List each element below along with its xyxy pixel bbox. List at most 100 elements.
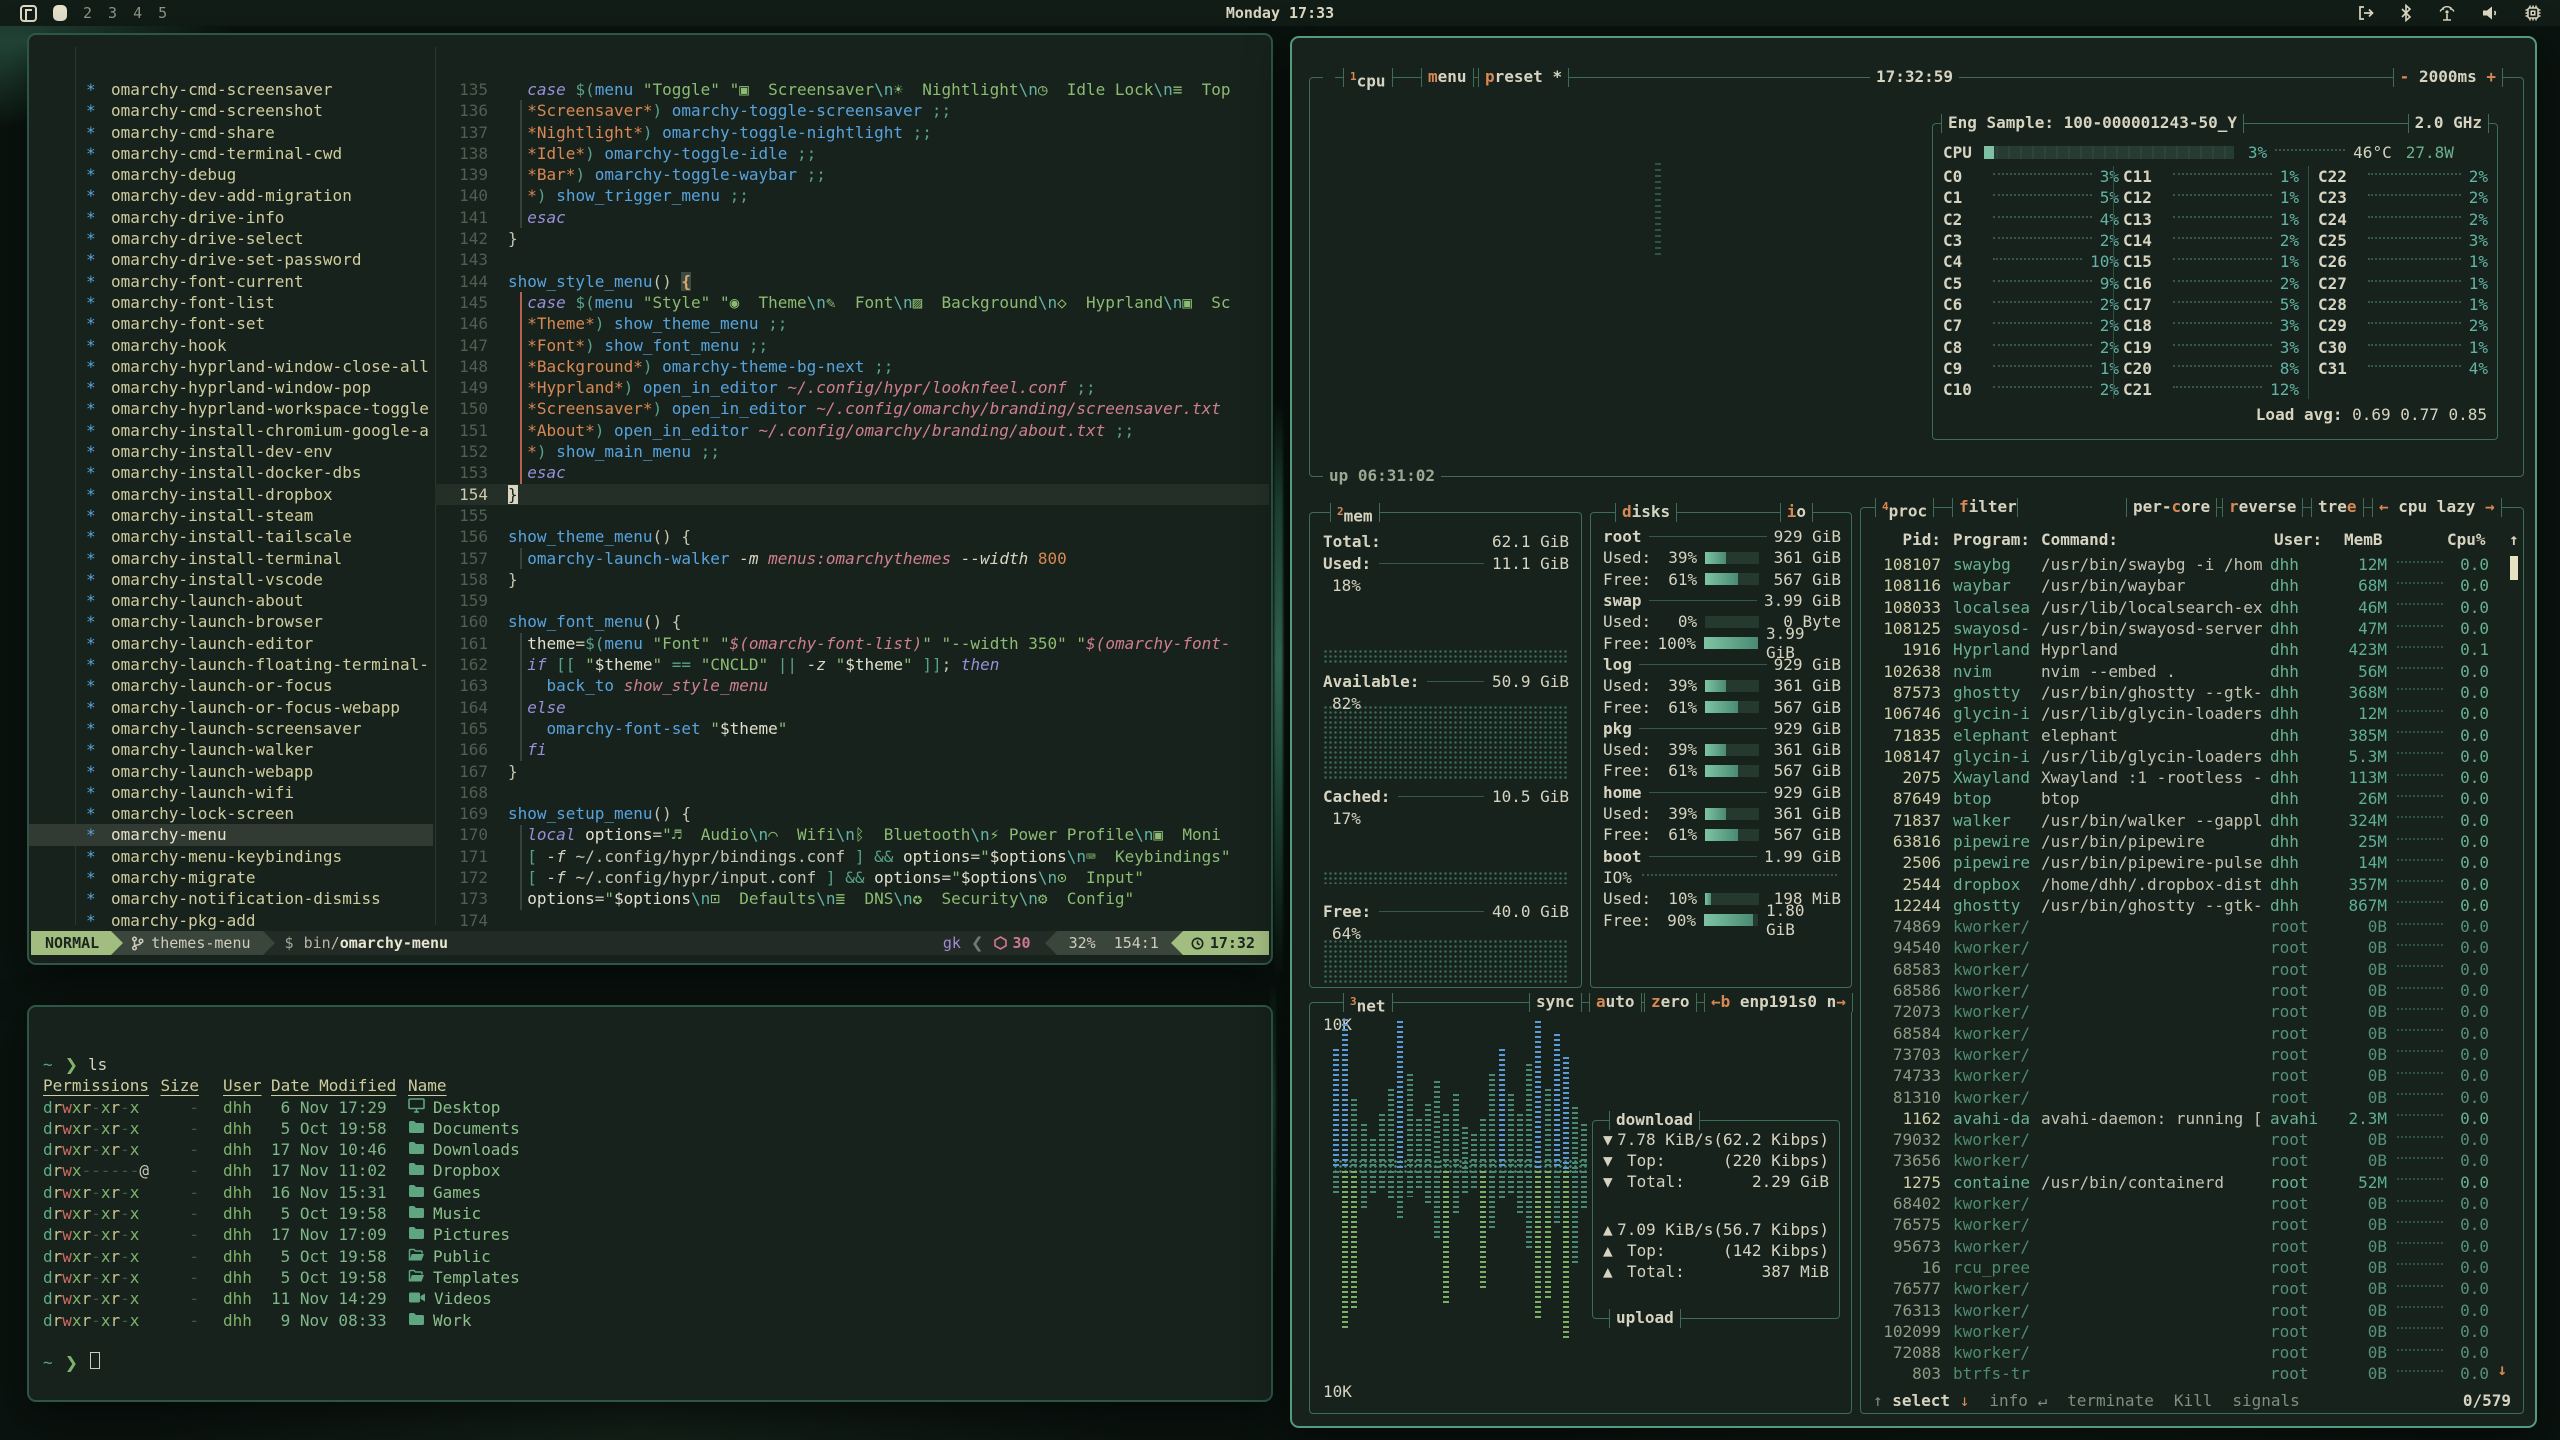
process-row[interactable]: 72073kworker/root0B0.0 <box>1861 1001 2523 1022</box>
volume-icon[interactable] <box>2481 4 2500 22</box>
update-interval-control[interactable]: - 2000ms + <box>2393 68 2503 87</box>
editor-window: *omarchy-cmd-screensaver*omarchy-cmd-scr… <box>27 33 1273 965</box>
core-row: C193% <box>2123 336 2299 357</box>
workspace-2[interactable]: 2 <box>83 4 92 22</box>
process-row[interactable]: 1162avahi-daavahi-daemon: running [avahi… <box>1861 1108 2523 1129</box>
process-row[interactable]: 63816pipewire/usr/bin/pipewiredhh25M0.0 <box>1861 831 2523 852</box>
process-row[interactable]: 74733kworker/root0B0.0 <box>1861 1065 2523 1086</box>
workspace-4[interactable]: 4 <box>133 4 142 22</box>
process-row[interactable]: 87573ghostty/usr/bin/ghostty --gtk-dhh36… <box>1861 682 2523 703</box>
process-scrollbar[interactable] <box>2510 556 2518 580</box>
core-row: C102% <box>1943 379 2119 400</box>
process-row[interactable]: 74869kworker/root0B0.0 <box>1861 916 2523 937</box>
app-window-icon[interactable] <box>20 5 37 22</box>
disks-tab[interactable]: disks <box>1615 503 1677 522</box>
process-row[interactable]: 12244ghostty/usr/bin/ghostty --gtk-dhh86… <box>1861 895 2523 916</box>
select-control[interactable]: ↑ select ↓ <box>1873 1391 1969 1410</box>
disk-name-row: boot1.99 GiB <box>1603 846 1841 867</box>
workspace-active-indicator[interactable] <box>53 5 67 21</box>
proc-action-terminate[interactable]: terminate <box>2067 1391 2154 1410</box>
ls-row: drwxr-xr-x-dhh11 Nov 14:29Videos <box>43 1288 1261 1309</box>
code-line: 168 <box>435 782 1269 803</box>
disk-usage-row: Free:61%567 GiB <box>1603 760 1841 781</box>
process-row[interactable]: 76313kworker/root0B0.0 <box>1861 1299 2523 1320</box>
net-tab-3[interactable]: zero <box>1644 993 1697 1012</box>
process-row[interactable]: 76577kworker/root0B0.0 <box>1861 1278 2523 1299</box>
net-tab-0[interactable]: 3net <box>1343 993 1393 1012</box>
bluetooth-icon[interactable] <box>2399 4 2413 22</box>
process-row[interactable]: 68586kworker/root0B0.0 <box>1861 980 2523 1001</box>
process-row[interactable]: 68583kworker/root0B0.0 <box>1861 959 2523 980</box>
git-branch: themes-menu <box>123 931 262 955</box>
cpu-tab-2[interactable]: preset * <box>1478 68 1569 87</box>
process-row[interactable]: 2075XwaylandXwayland :1 -rootless -dhh11… <box>1861 767 2523 788</box>
net-tab-4[interactable]: ←b enp191s0 n→ <box>1704 993 1853 1012</box>
logout-icon[interactable] <box>2357 4 2375 22</box>
wallpaper-streak <box>1274 400 1283 980</box>
process-row[interactable]: 1275containe/usr/bin/containerdroot52M0.… <box>1861 1172 2523 1193</box>
cpu-tab-1[interactable]: menu <box>1421 68 1474 87</box>
process-row[interactable]: 108116waybar/usr/bin/waybardhh68M0.0 <box>1861 575 2523 596</box>
statusline: NORMAL themes-menu $bin/omarchy-menu gk … <box>31 931 1269 955</box>
proc-tab-0[interactable]: 4proc <box>1875 498 1934 517</box>
powerline-separator <box>1171 931 1183 955</box>
process-row[interactable]: 95673kworker/root0B0.0 <box>1861 1236 2523 1257</box>
desktop: 2345 Monday 17:33 *omarchy-cmd-screensav… <box>0 0 2560 1440</box>
net-tab-2[interactable]: auto <box>1589 993 1642 1012</box>
proc-tab-5[interactable]: tree <box>2311 498 2364 517</box>
process-row[interactable]: 73703kworker/root0B0.0 <box>1861 1044 2523 1065</box>
process-row[interactable]: 16rcu_preeroot0B0.0 <box>1861 1257 2523 1278</box>
code-line: 158} <box>435 569 1269 590</box>
process-row[interactable]: 803btrfs-trroot0B0.0 <box>1861 1363 2523 1384</box>
network-icon[interactable] <box>2437 4 2457 22</box>
net-tab-1[interactable]: sync <box>1529 993 1582 1012</box>
proc-tab-1[interactable]: filter <box>1952 498 2024 517</box>
process-row[interactable]: 1916HyprlandHyprlanddhh423M0.1 <box>1861 639 2523 660</box>
process-row[interactable]: 71837walker/usr/bin/walker --gappldhh324… <box>1861 810 2523 831</box>
process-row[interactable]: 79032kworker/root0B0.0 <box>1861 1129 2523 1150</box>
proc-tab-2[interactable] <box>2017 498 2127 517</box>
disk-usage-row: Used:39%361 GiB <box>1603 739 1841 760</box>
chip-icon[interactable] <box>2524 4 2542 22</box>
process-row[interactable]: 81310kworker/root0B0.0 <box>1861 1086 2523 1107</box>
proc-action-signals[interactable]: signals <box>2232 1391 2299 1410</box>
process-row[interactable]: 72088kworker/root0B0.0 <box>1861 1342 2523 1363</box>
macro-indicator: gk <box>933 931 971 955</box>
io-tab[interactable]: io <box>1780 503 1813 522</box>
process-row[interactable]: 94540kworker/root0B0.0 <box>1861 937 2523 958</box>
proc-action-info[interactable]: info ↵ <box>1989 1391 2047 1410</box>
clock: Monday 17:33 <box>1226 4 1334 22</box>
process-row[interactable]: 102638nvimnvim --embed .dhh56M0.0 <box>1861 660 2523 681</box>
folder-icon <box>408 1160 425 1181</box>
ls-row: drwxr-xr-x-dhh 5 Oct 19:58Documents <box>43 1118 1261 1139</box>
process-row[interactable]: 2506pipewire/usr/bin/pipewire-pulsedhh14… <box>1861 852 2523 873</box>
process-row[interactable]: 108107swaybg/usr/bin/swaybg -i /homdhh12… <box>1861 554 2523 575</box>
proc-tab-3[interactable]: per-core <box>2126 498 2217 517</box>
code-line: 154} <box>435 484 1269 505</box>
process-row[interactable]: 73656kworker/root0B0.0 <box>1861 1150 2523 1171</box>
process-row[interactable]: 2544dropbox/home/dhh/.dropbox-distdhh357… <box>1861 873 2523 894</box>
workspace-5[interactable]: 5 <box>158 4 167 22</box>
cpu-tab-0[interactable]: 1cpu <box>1343 68 1393 87</box>
proc-tab-4[interactable]: reverse <box>2222 498 2303 517</box>
process-row[interactable]: 106746glycin-i/usr/lib/glycin-loadersdhh… <box>1861 703 2523 724</box>
process-row[interactable]: 102099kworker/root0B0.0 <box>1861 1321 2523 1342</box>
process-row[interactable]: 108147glycin-i/usr/lib/glycin-loadersdhh… <box>1861 746 2523 767</box>
process-row[interactable]: 108125swayosd-/usr/bin/swayosd-serverdhh… <box>1861 618 2523 639</box>
process-row[interactable]: 108033localsea/usr/lib/localsearch-exdhh… <box>1861 597 2523 618</box>
process-row[interactable]: 76575kworker/root0B0.0 <box>1861 1214 2523 1235</box>
process-table-header[interactable]: Pid: Program: Command: User: MemB Cpu% ↑ <box>1861 530 2523 551</box>
core-row: C24% <box>1943 209 2119 230</box>
workspace-3[interactable]: 3 <box>108 4 117 22</box>
prompt-line[interactable]: ~❯ <box>43 1352 1261 1373</box>
process-row[interactable]: 68584kworker/root0B0.0 <box>1861 1023 2523 1044</box>
proc-tab-6[interactable]: ← cpu lazy → <box>2372 498 2502 517</box>
process-row[interactable]: 71835elephantelephantdhh385M0.0 <box>1861 724 2523 745</box>
mem-tab[interactable]: 2mem <box>1330 503 1380 522</box>
scroll-down-indicator[interactable]: ↓ <box>2497 1360 2507 1379</box>
process-row[interactable]: 68402kworker/root0B0.0 <box>1861 1193 2523 1214</box>
process-row[interactable]: 87649btopbtopdhh26M0.0 <box>1861 788 2523 809</box>
code-line: 161 theme=$(menu "Font" "$(omarchy-font-… <box>435 633 1269 654</box>
terminal-output: ~❯lsPermissionsSizeUserDate ModifiedName… <box>43 1054 1261 1373</box>
proc-action-Kill[interactable]: Kill <box>2174 1391 2213 1410</box>
